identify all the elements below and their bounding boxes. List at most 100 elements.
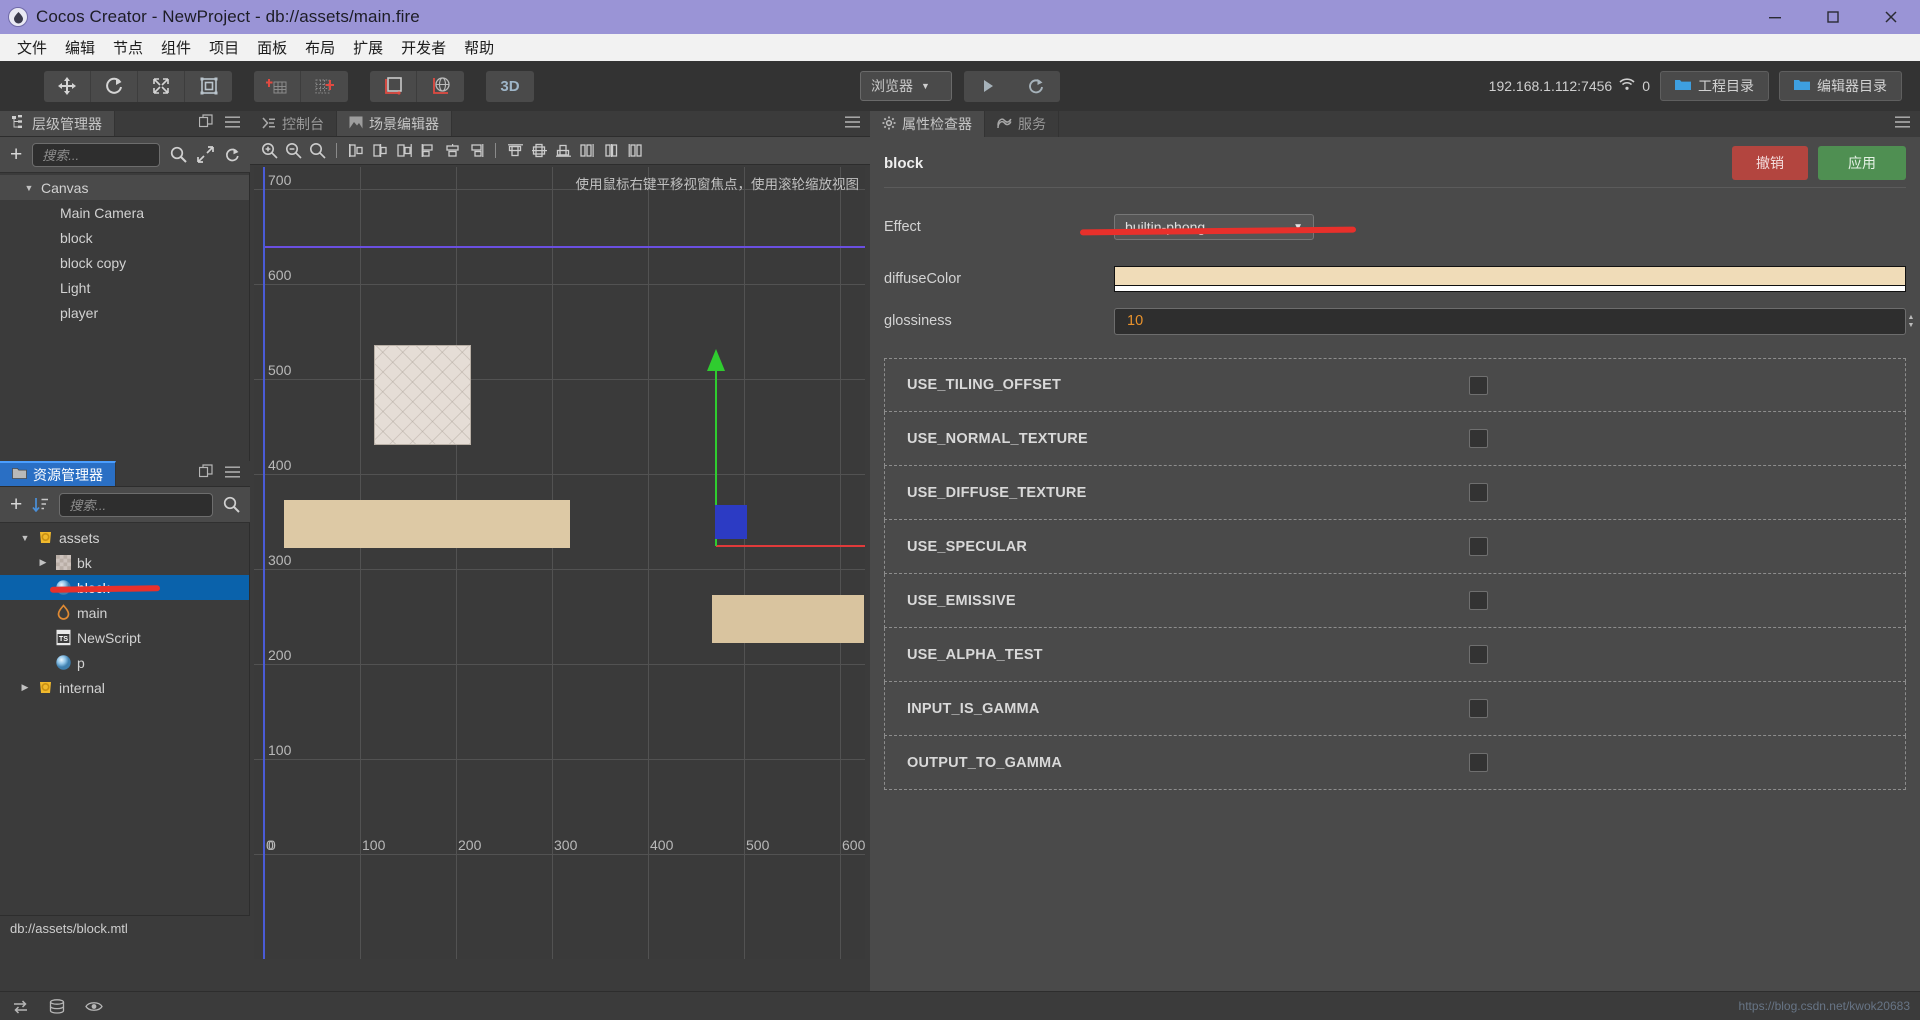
- tab-hierarchy[interactable]: 层级管理器: [0, 111, 115, 136]
- editor-dir-button[interactable]: 编辑器目录: [1779, 71, 1902, 101]
- chevron-down-icon[interactable]: ▼: [22, 183, 36, 193]
- define-use-normal-texture[interactable]: USE_NORMAL_TEXTURE: [884, 412, 1906, 466]
- align-right-icon[interactable]: [393, 140, 415, 162]
- hamburger-icon[interactable]: [845, 115, 860, 133]
- hierarchy-tree[interactable]: ▼ Canvas Main Camera block block copy Li…: [0, 173, 250, 461]
- list-item[interactable]: ▶ bk: [0, 550, 249, 575]
- search-input[interactable]: 搜索...: [32, 142, 160, 167]
- scene-textured-quad[interactable]: [374, 345, 471, 445]
- define-checkbox[interactable]: [1469, 591, 1488, 610]
- list-item[interactable]: ▼ assets: [0, 525, 249, 550]
- glossiness-input[interactable]: 10 ▲ ▼: [1114, 307, 1914, 335]
- dist-top-icon[interactable]: [576, 140, 598, 162]
- menu-layout[interactable]: 布局: [296, 36, 344, 60]
- preview-eye-icon[interactable]: [85, 1000, 103, 1013]
- define-input-is-gamma[interactable]: INPUT_IS_GAMMA: [884, 682, 1906, 736]
- tree-row[interactable]: player: [0, 300, 249, 325]
- list-item[interactable]: TS NewScript: [0, 625, 249, 650]
- scale-tool-icon[interactable]: [138, 70, 185, 102]
- zoom-reset-icon[interactable]: [306, 140, 328, 162]
- menu-developer[interactable]: 开发者: [392, 36, 455, 60]
- rect-tool-icon[interactable]: [185, 70, 232, 102]
- dist-left-icon[interactable]: [417, 140, 439, 162]
- align-left-icon[interactable]: [345, 140, 367, 162]
- define-checkbox[interactable]: [1469, 699, 1488, 718]
- search-icon[interactable]: [223, 496, 240, 513]
- popout-icon[interactable]: [198, 114, 213, 133]
- color-swatch[interactable]: [1114, 266, 1906, 286]
- define-checkbox[interactable]: [1469, 753, 1488, 772]
- dist-hcenter-icon[interactable]: [441, 140, 463, 162]
- menu-component[interactable]: 组件: [152, 36, 200, 60]
- define-use-tiling-offset[interactable]: USE_TILING_OFFSET: [884, 358, 1906, 412]
- tab-assets[interactable]: 资源管理器: [0, 461, 116, 486]
- refresh-icon[interactable]: [1012, 71, 1060, 102]
- hamburger-icon[interactable]: [225, 465, 240, 483]
- rotate-tool-icon[interactable]: [91, 70, 138, 102]
- menu-file[interactable]: 文件: [8, 36, 56, 60]
- define-checkbox[interactable]: [1469, 645, 1488, 664]
- hamburger-icon[interactable]: [225, 115, 240, 133]
- tab-inspector[interactable]: 属性检查器: [870, 111, 985, 137]
- scene-block-right[interactable]: [712, 595, 864, 643]
- menu-project[interactable]: 项目: [200, 36, 248, 60]
- maximize-icon[interactable]: [1804, 0, 1862, 34]
- define-use-diffuse-texture[interactable]: USE_DIFFUSE_TEXTURE: [884, 466, 1906, 520]
- scene-block-left[interactable]: [284, 500, 570, 548]
- align-hcenter-icon[interactable]: [369, 140, 391, 162]
- zoom-in-icon[interactable]: [258, 140, 280, 162]
- scene-player-cube[interactable]: [715, 505, 747, 539]
- define-use-alpha-test[interactable]: USE_ALPHA_TEST: [884, 628, 1906, 682]
- chevron-right-icon[interactable]: ▶: [36, 557, 50, 568]
- menu-node[interactable]: 节点: [104, 36, 152, 60]
- diffuse-color-field[interactable]: [1114, 266, 1906, 292]
- align-bottom-icon[interactable]: [552, 140, 574, 162]
- dist-vcenter-icon[interactable]: [600, 140, 622, 162]
- move-tool-icon[interactable]: [44, 70, 91, 102]
- tree-row[interactable]: Main Camera: [0, 200, 249, 225]
- tree-row[interactable]: ▼ Canvas: [0, 175, 249, 200]
- align-vcenter-icon[interactable]: [528, 140, 550, 162]
- dist-right-icon[interactable]: [465, 140, 487, 162]
- menu-edit[interactable]: 编辑: [56, 36, 104, 60]
- define-output-to-gamma[interactable]: OUTPUT_TO_GAMMA: [884, 736, 1906, 790]
- search-icon[interactable]: [170, 146, 187, 163]
- project-dir-button[interactable]: 工程目录: [1660, 71, 1769, 101]
- tab-service[interactable]: 服务: [985, 111, 1059, 137]
- sync-icon[interactable]: [224, 147, 240, 163]
- local-coord-icon[interactable]: [370, 70, 417, 102]
- chevron-right-icon[interactable]: ▶: [18, 682, 32, 693]
- tab-console[interactable]: 控制台: [250, 111, 337, 136]
- minimize-icon[interactable]: [1746, 0, 1804, 34]
- play-icon[interactable]: [964, 71, 1012, 102]
- list-item[interactable]: p: [0, 650, 249, 675]
- tree-row[interactable]: block copy: [0, 250, 249, 275]
- assets-tree[interactable]: ▼ assets ▶ bk main TS NewScript p ▶ inte…: [0, 523, 250, 915]
- database-icon[interactable]: [49, 998, 65, 1014]
- define-use-specular[interactable]: USE_SPECULAR: [884, 520, 1906, 574]
- zoom-out-icon[interactable]: [282, 140, 304, 162]
- close-icon[interactable]: [1862, 0, 1920, 34]
- preview-device-select[interactable]: 浏览器 ▼: [860, 71, 952, 101]
- list-item[interactable]: main: [0, 600, 249, 625]
- hamburger-icon[interactable]: [1895, 115, 1910, 133]
- tree-row[interactable]: block: [0, 225, 249, 250]
- search-input[interactable]: 搜索...: [59, 492, 213, 517]
- align-top-icon[interactable]: [504, 140, 526, 162]
- expand-icon[interactable]: [197, 146, 214, 163]
- sort-icon[interactable]: [32, 497, 49, 513]
- define-checkbox[interactable]: [1469, 429, 1488, 448]
- plus-icon[interactable]: +: [10, 144, 22, 165]
- pivot-center-icon[interactable]: [254, 70, 301, 102]
- define-use-emissive[interactable]: USE_EMISSIVE: [884, 574, 1906, 628]
- pivot-pivot-icon[interactable]: [301, 70, 348, 102]
- define-checkbox[interactable]: [1469, 375, 1488, 395]
- tab-scene-editor[interactable]: 场景编辑器: [337, 111, 452, 136]
- define-checkbox[interactable]: [1469, 537, 1488, 556]
- quantity-stepper[interactable]: ▲ ▼: [1905, 309, 1917, 336]
- mode-3d-button[interactable]: 3D: [486, 70, 534, 102]
- define-checkbox[interactable]: [1469, 483, 1488, 502]
- menu-extension[interactable]: 扩展: [344, 36, 392, 60]
- sync-assets-icon[interactable]: [12, 999, 29, 1014]
- menu-panel[interactable]: 面板: [248, 36, 296, 60]
